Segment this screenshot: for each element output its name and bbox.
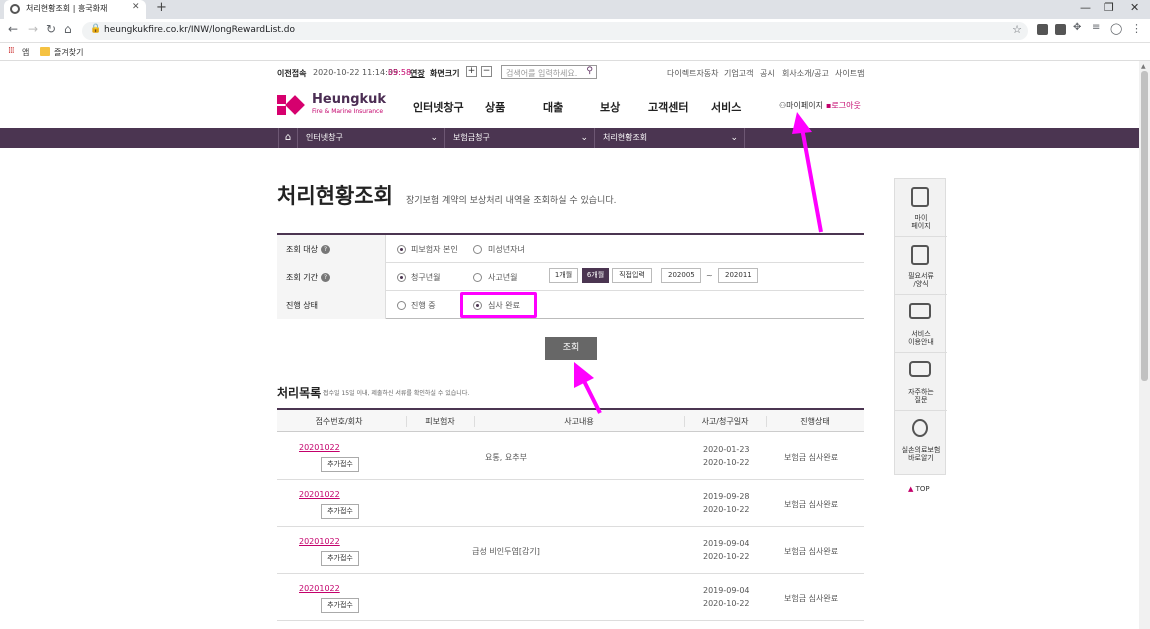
arrow-line-mypage [800, 127, 823, 233]
arrow-head-mypage [792, 112, 812, 134]
annotation-arrows [574, 112, 823, 414]
